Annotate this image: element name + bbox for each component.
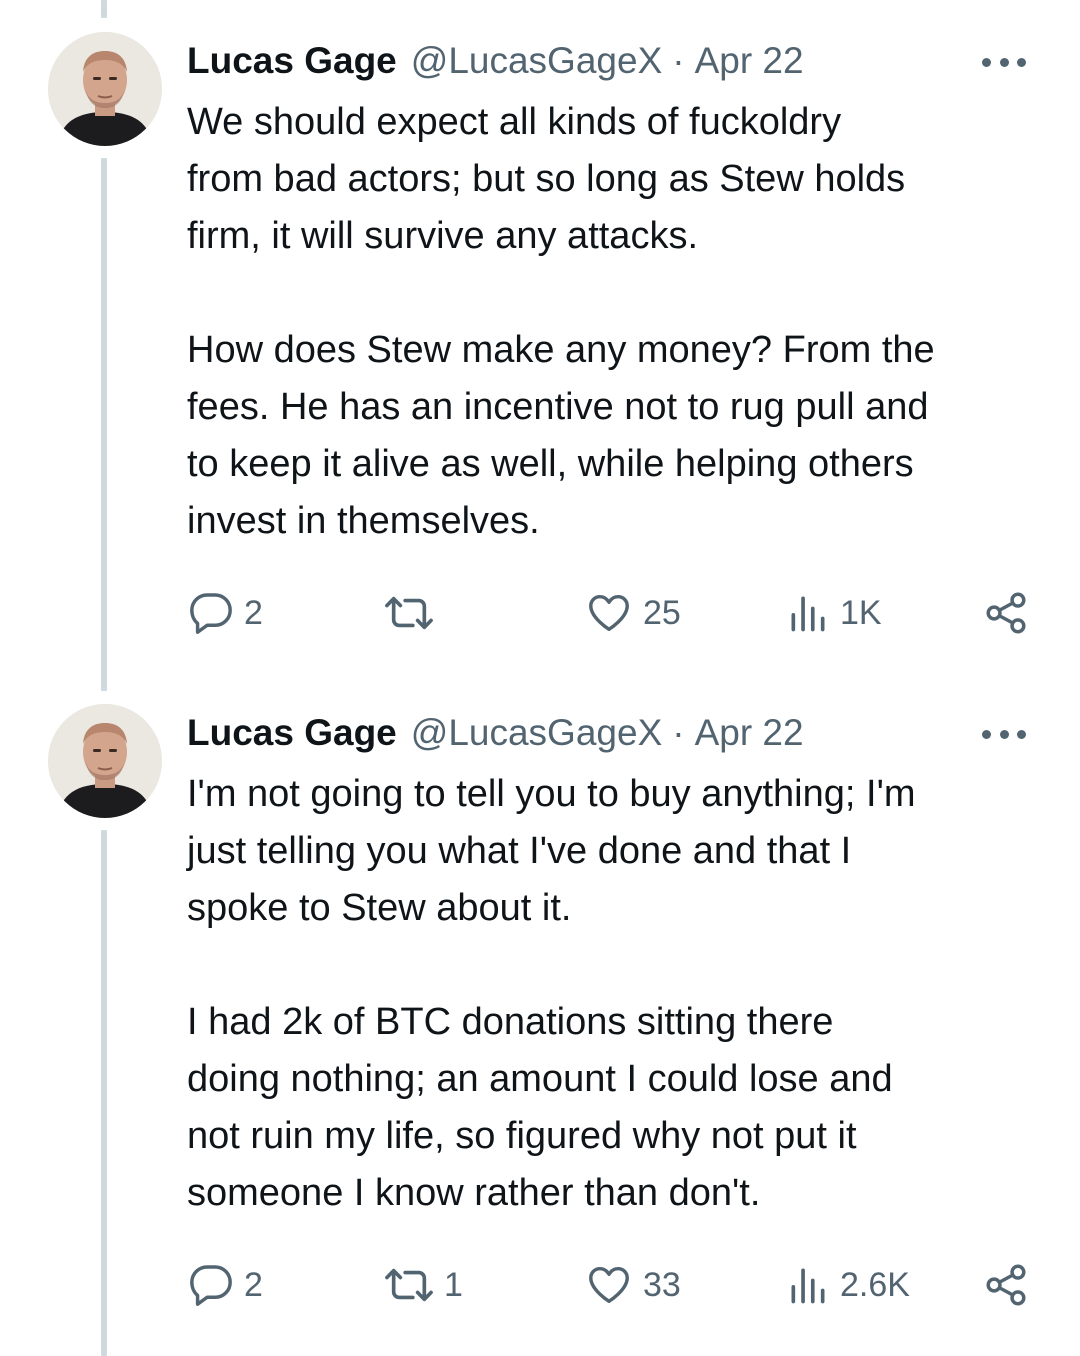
views-icon (791, 1268, 825, 1304)
views-icon (791, 596, 825, 632)
tweet-text: We should expect all kinds of fuckoldry … (187, 94, 1047, 550)
user-handle[interactable]: @LucasGageX (411, 708, 662, 758)
share-icon (986, 1264, 1026, 1306)
tweet-date[interactable]: Apr 22 (695, 36, 804, 86)
retweet-icon (385, 596, 433, 630)
tweet-header: Lucas Gage @LucasGageX · Apr 22 (187, 36, 1040, 86)
display-name[interactable]: Lucas Gage (187, 36, 397, 86)
share-icon (986, 592, 1026, 634)
heart-icon (589, 1266, 629, 1304)
like-button[interactable]: 25 (585, 588, 681, 638)
tweet-paragraph: I had 2k of BTC donations sitting there … (187, 1001, 893, 1214)
more-icon[interactable] (982, 52, 1026, 72)
view-count: 2.6K (840, 1265, 910, 1304)
retweet-icon (385, 1268, 433, 1302)
like-button[interactable]: 33 (585, 1260, 681, 1310)
view-count: 1K (840, 593, 882, 632)
avatar[interactable] (48, 32, 162, 146)
reply-icon (190, 593, 232, 634)
tweet-header: Lucas Gage @LucasGageX · Apr 22 (187, 708, 1040, 758)
tweet-paragraph: We should expect all kinds of fuckoldry … (187, 101, 906, 257)
thread-line-top (101, 0, 107, 18)
retweet-button[interactable]: 1 (384, 1260, 463, 1310)
like-count: 33 (643, 1265, 681, 1304)
retweet-count: 1 (444, 1265, 463, 1304)
action-bar: 2 25 1K (0, 588, 1080, 638)
display-name[interactable]: Lucas Gage (187, 708, 397, 758)
share-button[interactable] (984, 588, 1028, 638)
avatar[interactable] (48, 704, 162, 818)
reply-button[interactable]: 2 (188, 1260, 263, 1310)
like-count: 25 (643, 593, 681, 632)
action-bar: 2 1 33 2.6K (0, 1260, 1080, 1310)
separator: · (672, 712, 685, 753)
reply-icon (190, 1265, 232, 1306)
views-button[interactable]: 2.6K (786, 1260, 910, 1310)
tweet-paragraph: I'm not going to tell you to buy anythin… (187, 773, 916, 929)
retweet-button[interactable] (384, 588, 444, 638)
views-button[interactable]: 1K (786, 588, 882, 638)
share-button[interactable] (984, 1260, 1028, 1310)
user-handle[interactable]: @LucasGageX (411, 36, 662, 86)
tweet-paragraph: How does Stew make any money? From the f… (187, 329, 935, 542)
reply-count: 2 (244, 1265, 263, 1304)
tweet-date[interactable]: Apr 22 (695, 708, 804, 758)
more-icon[interactable] (982, 724, 1026, 744)
separator: · (672, 40, 685, 81)
heart-icon (589, 594, 629, 632)
reply-button[interactable]: 2 (188, 588, 263, 638)
tweet-text: I'm not going to tell you to buy anythin… (187, 766, 1047, 1222)
reply-count: 2 (244, 593, 263, 632)
